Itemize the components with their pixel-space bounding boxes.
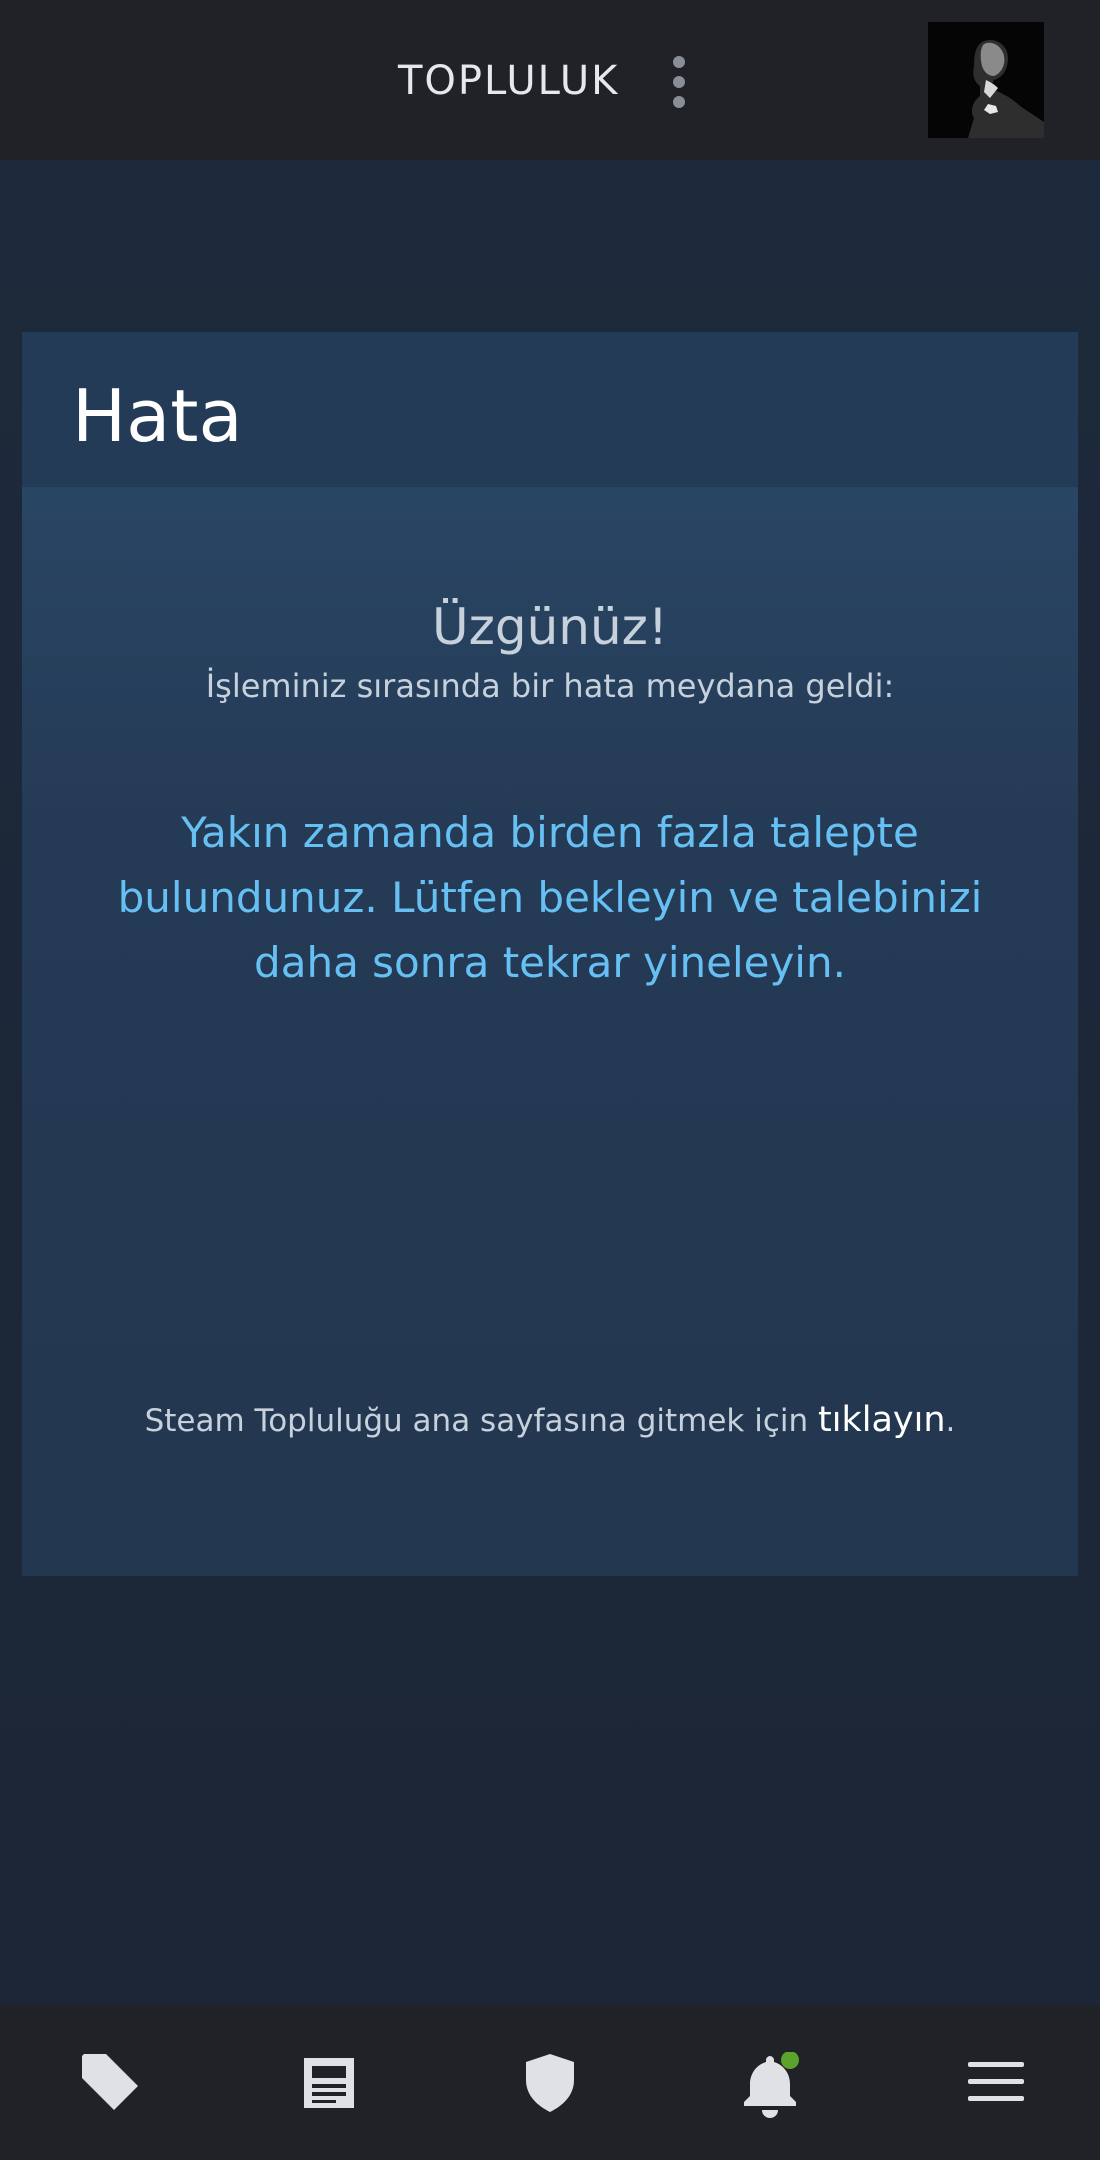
news-icon [304, 2058, 354, 2108]
shield-icon [526, 2054, 574, 2112]
top-bar: TOPLULUK [0, 0, 1100, 160]
sorry-heading: Üzgünüz! [432, 598, 668, 656]
bottom-nav [0, 2005, 1100, 2160]
hamburger-menu-icon [968, 2062, 1024, 2101]
kebab-menu-icon[interactable] [664, 54, 694, 110]
notification-badge [781, 2052, 799, 2069]
nav-menu[interactable] [880, 2005, 1100, 2160]
nav-notifications[interactable] [660, 2005, 880, 2160]
nav-news[interactable] [220, 2005, 440, 2160]
user-avatar[interactable] [928, 22, 1044, 138]
avatar-portrait-icon [928, 22, 1044, 138]
nav-guard[interactable] [440, 2005, 660, 2160]
error-card-header: Hata [22, 332, 1078, 487]
home-link-prefix: Steam Topluluğu ana sayfasına gitmek içi… [144, 1403, 819, 1439]
error-card: Hata Üzgünüz! İşleminiz sırasında bir ha… [22, 332, 1078, 1576]
error-subtitle: İşleminiz sırasında bir hata meydana gel… [205, 667, 895, 705]
bell-icon [744, 2052, 799, 2118]
error-title: Hata [72, 374, 243, 458]
error-message: Yakın zamanda birden fazla talepte bulun… [117, 808, 983, 987]
nav-store[interactable] [0, 2005, 220, 2160]
home-link-suffix: . [945, 1403, 956, 1439]
home-link[interactable]: tıklayın [818, 1400, 946, 1440]
page-title: TOPLULUK [398, 58, 620, 104]
tag-icon [82, 2054, 138, 2110]
home-link-note: Steam Topluluğu ana sayfasına gitmek içi… [22, 1400, 1078, 1440]
